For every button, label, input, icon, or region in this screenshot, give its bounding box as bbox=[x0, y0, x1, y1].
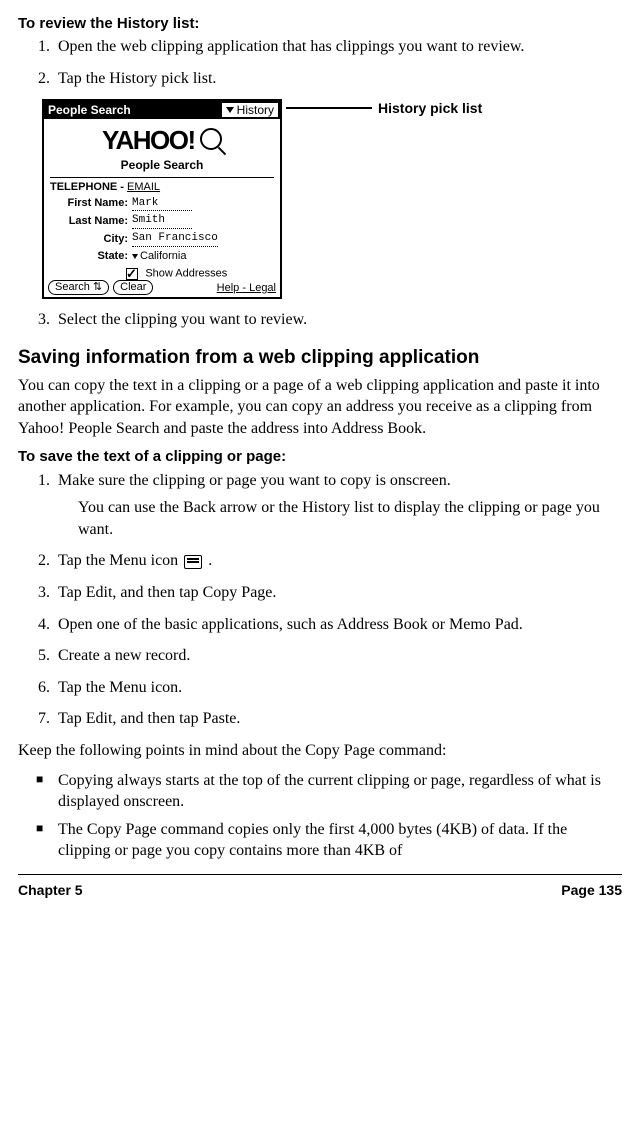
back-arrow-icon[interactable] bbox=[212, 106, 218, 114]
step-b2: Tap the Menu icon . bbox=[54, 550, 622, 572]
step-b1-note: You can use the Back arrow or the Histor… bbox=[78, 497, 622, 540]
state-dropdown[interactable]: California bbox=[132, 249, 186, 264]
palm-titlebar: People Search History bbox=[44, 101, 280, 119]
bullet-2: The Copy Page command copies only the fi… bbox=[36, 819, 622, 862]
callout-history-picklist: History pick list bbox=[378, 99, 482, 118]
telephone-email-row: TELEPHONE - EMAIL bbox=[44, 180, 280, 195]
para-keep-in-mind: Keep the following points in mind about … bbox=[18, 740, 622, 762]
chevron-down-icon bbox=[132, 254, 138, 259]
yahoo-logo: YAHOO! bbox=[102, 123, 195, 158]
figure-screenshot: People Search History YAHOO! People Sear… bbox=[42, 99, 622, 299]
para-saving-intro: You can copy the text in a clipping or a… bbox=[18, 375, 622, 440]
history-label: History bbox=[237, 103, 274, 117]
callout-line bbox=[286, 107, 372, 109]
step-a2: Tap the History pick list. bbox=[54, 68, 622, 90]
step-b6: Tap the Menu icon. bbox=[54, 677, 622, 699]
step-b4: Open one of the basic applications, such… bbox=[54, 614, 622, 636]
step-a3: Select the clipping you want to review. bbox=[54, 309, 622, 331]
footer-chapter: Chapter 5 bbox=[18, 881, 83, 900]
bullet-1: Copying always starts at the top of the … bbox=[36, 770, 622, 813]
state-label: State: bbox=[50, 249, 132, 264]
last-name-label: Last Name: bbox=[50, 214, 132, 229]
show-addresses-checkbox[interactable] bbox=[126, 268, 138, 280]
first-name-field[interactable]: Mark bbox=[132, 196, 192, 212]
step-a1: Open the web clipping application that h… bbox=[54, 36, 622, 58]
telephone-label: TELEPHONE bbox=[50, 181, 117, 193]
step-b5: Create a new record. bbox=[54, 645, 622, 667]
help-link[interactable]: Help bbox=[217, 282, 240, 294]
palm-title-text: People Search bbox=[44, 101, 210, 119]
city-label: City: bbox=[50, 232, 132, 247]
email-link[interactable]: EMAIL bbox=[127, 181, 160, 193]
clear-button[interactable]: Clear bbox=[113, 280, 153, 295]
page-footer: Chapter 5 Page 135 bbox=[18, 874, 622, 910]
chevron-down-icon bbox=[226, 107, 234, 113]
menu-icon bbox=[184, 555, 202, 569]
heading-saving-info: Saving information from a web clipping a… bbox=[18, 345, 622, 371]
step-b7: Tap Edit, and then tap Paste. bbox=[54, 708, 622, 730]
heading-review-history: To review the History list: bbox=[18, 14, 622, 34]
footer-page: Page 135 bbox=[561, 881, 622, 900]
step-b1: Make sure the clipping or page you want … bbox=[54, 470, 622, 541]
people-search-subtitle: People Search bbox=[44, 157, 280, 173]
heading-to-save: To save the text of a clipping or page: bbox=[18, 447, 622, 467]
history-picklist[interactable]: History bbox=[222, 103, 278, 117]
palm-screenshot: People Search History YAHOO! People Sear… bbox=[42, 99, 282, 299]
legal-link[interactable]: Legal bbox=[249, 282, 276, 294]
show-addresses-label: Show Addresses bbox=[145, 267, 227, 279]
step-b3: Tap Edit, and then tap Copy Page. bbox=[54, 582, 622, 604]
first-name-label: First Name: bbox=[50, 196, 132, 211]
search-button[interactable]: Search ⇅ bbox=[48, 280, 109, 295]
city-field[interactable]: San Francisco bbox=[132, 231, 218, 247]
last-name-field[interactable]: Smith bbox=[132, 213, 192, 229]
search-icon bbox=[200, 128, 222, 150]
